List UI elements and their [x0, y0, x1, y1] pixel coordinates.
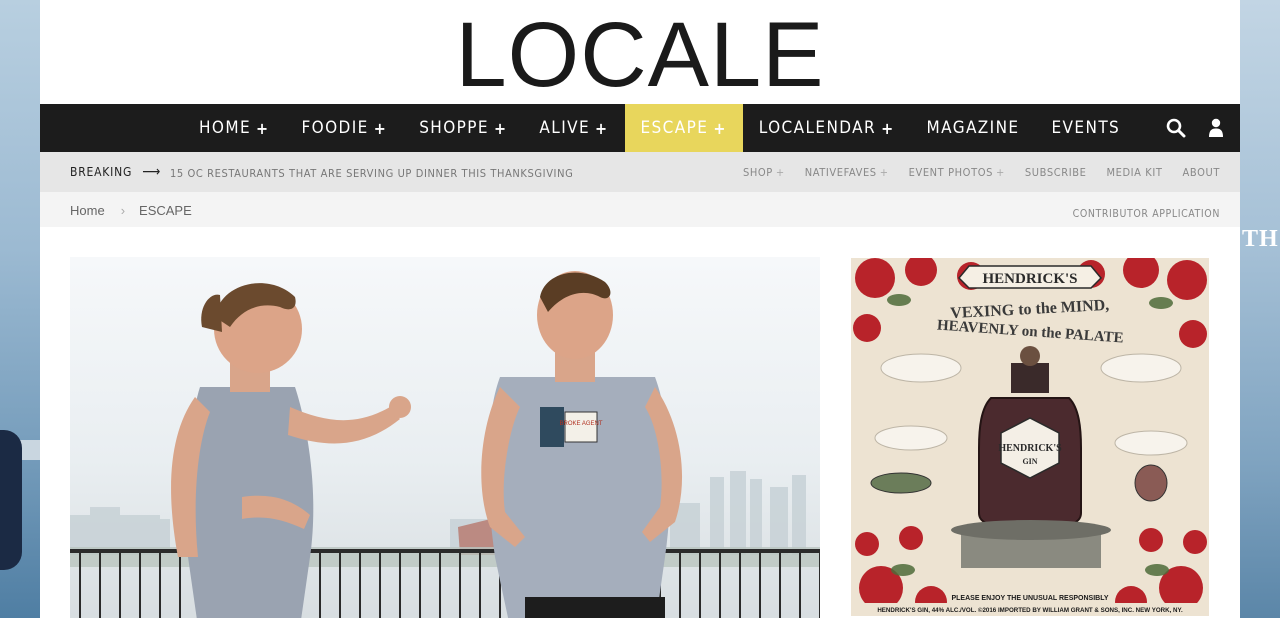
nav-item-label: LOCALENDAR	[758, 118, 877, 138]
background-figure	[0, 430, 22, 570]
background-right[interactable]: TH	[1240, 0, 1280, 618]
hero-photo: BROKE AGENT	[70, 257, 820, 618]
breadcrumb-home-link[interactable]: Home	[70, 203, 105, 218]
nav-item-alive[interactable]: ALIVE +	[523, 104, 624, 152]
nav-item-shoppe[interactable]: SHOPPE +	[403, 104, 523, 152]
nav-item-label: SHOPPE	[419, 118, 489, 138]
secondary-nav-event-photos[interactable]: EVENT PHOTOS +	[909, 166, 1005, 179]
breadcrumb: Home › ESCAPE	[70, 203, 192, 218]
plus-icon: +	[373, 118, 388, 138]
plus-icon: +	[879, 166, 889, 179]
ad-fine-print-1: PLEASE ENJOY THE UNUSUAL RESPONSIBLY	[951, 595, 1108, 602]
nav-item-label: ALIVE	[539, 118, 591, 138]
secondary-nav-label: NATIVEFAVES	[804, 166, 877, 179]
plus-icon: +	[995, 166, 1005, 179]
nav-item-label: EVENTS	[1051, 118, 1121, 138]
ad-artwork: HENDRICK'S VEXING to the MIND, HEAVENLY …	[851, 258, 1209, 616]
secondary-nav-label: MEDIA KIT	[1106, 166, 1163, 179]
secondary-nav-label: EVENT PHOTOS	[908, 166, 993, 179]
nav-item-events[interactable]: EVENTS	[1036, 104, 1137, 152]
plus-icon: +	[493, 118, 508, 138]
nav-item-foodie[interactable]: FOODIE +	[285, 104, 403, 152]
site-logo[interactable]: LOCALE	[460, 10, 820, 94]
featured-article-image[interactable]: BROKE AGENT	[70, 257, 820, 618]
breadcrumb-bar: Home › ESCAPE CONTRIBUTOR APPLICATION	[40, 192, 1240, 227]
secondary-nav-about[interactable]: ABOUT	[1183, 166, 1220, 179]
plus-icon: +	[775, 166, 785, 179]
contributor-application-link[interactable]: CONTRIBUTOR APPLICATION	[1073, 208, 1220, 220]
nav-item-label: HOME	[199, 118, 252, 138]
user-icon[interactable]	[1208, 118, 1224, 138]
bottle-label-text: HENDRICK'S	[998, 443, 1062, 454]
secondary-nav-label: ABOUT	[1182, 166, 1220, 179]
plus-icon: +	[881, 118, 895, 138]
background-left	[0, 0, 40, 618]
breaking-label: BREAKING ⟶	[70, 164, 161, 180]
secondary-nav-label: SHOP	[742, 166, 773, 179]
secondary-nav-shop[interactable]: SHOP +	[743, 166, 785, 179]
background-ad-text: TH	[1242, 226, 1279, 252]
content-area: BROKE AGENT HENDRICK'S VEXING to the MIN…	[40, 227, 1240, 618]
secondary-navigation: SHOP + NATIVEFAVES + EVENT PHOTOS + SUBSCRIBE M…	[743, 166, 1220, 179]
advertisement[interactable]: HENDRICK'S VEXING to the MIND, HEAVENLY …	[851, 258, 1209, 616]
secondary-nav-label: SUBSCRIBE	[1024, 166, 1087, 179]
search-icon[interactable]	[1166, 118, 1186, 138]
nav-item-home[interactable]: HOME +	[183, 104, 285, 152]
arrow-right-icon: ⟶	[142, 164, 162, 180]
breadcrumb-current: ESCAPE	[139, 203, 192, 218]
main-nav-items: HOME + FOODIE + SHOPPE + ALIVE + ESCAPE + LOCALEND…	[183, 104, 1136, 152]
nav-item-localendar[interactable]: LOCALENDAR +	[743, 104, 911, 152]
main-navigation: HOME + FOODIE + SHOPPE + ALIVE + ESCAPE + LOCALEND…	[40, 104, 1240, 152]
nav-icons	[1166, 104, 1224, 152]
breaking-label-text: BREAKING	[70, 165, 133, 179]
nav-item-escape[interactable]: ESCAPE +	[624, 104, 743, 152]
chevron-right-icon: ›	[120, 203, 126, 218]
breaking-bar: BREAKING ⟶ 15 OC RESTAURANTS THAT ARE SE…	[40, 152, 1240, 192]
header-logo-area: LOCALE	[40, 0, 1240, 104]
plus-icon: +	[256, 118, 270, 138]
bottle-sub-text: GIN	[1022, 457, 1037, 466]
ad-brand-text: HENDRICK'S	[982, 271, 1077, 287]
secondary-nav-subscribe[interactable]: SUBSCRIBE	[1025, 166, 1087, 179]
secondary-nav-media-kit[interactable]: MEDIA KIT	[1106, 166, 1162, 179]
nav-item-label: FOODIE	[301, 118, 369, 138]
plus-icon: +	[713, 118, 727, 138]
nav-item-label: MAGAZINE	[926, 118, 1020, 138]
secondary-nav-nativefaves[interactable]: NATIVEFAVES +	[805, 166, 889, 179]
tshirt-text: BROKE AGENT	[559, 421, 602, 427]
plus-icon: +	[595, 118, 609, 138]
nav-item-magazine[interactable]: MAGAZINE	[911, 104, 1036, 152]
site-logo-text: LOCALE	[460, 10, 820, 94]
ad-fine-print-2: HENDRICK'S GIN, 44% ALC./VOL. ©2016 IMPO…	[877, 607, 1183, 614]
page-container: LOCALE HOME + FOODIE + SHOPPE + ALIVE + ESCAPE + L…	[40, 0, 1240, 618]
nav-item-label: ESCAPE	[640, 118, 709, 138]
breaking-headline-link[interactable]: 15 OC RESTAURANTS THAT ARE SERVING UP DI…	[170, 167, 573, 180]
